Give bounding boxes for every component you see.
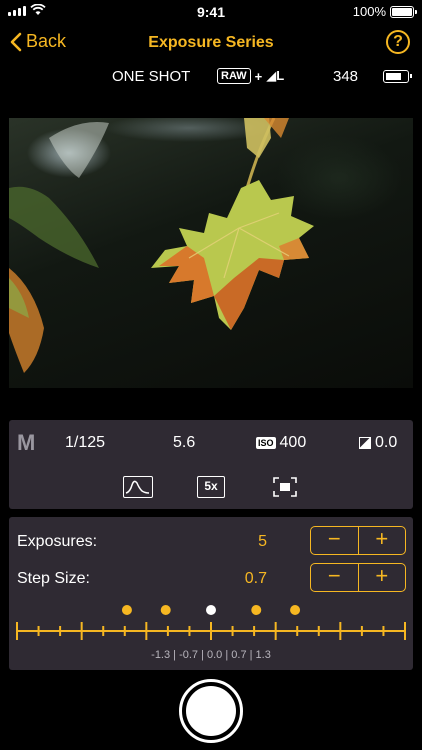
bracket-point [290, 605, 301, 615]
help-button[interactable]: ? [386, 30, 410, 54]
page-title: Exposure Series [148, 34, 274, 51]
exposure-compensation[interactable]: 0.0 [359, 434, 397, 452]
focus-frame-button[interactable] [272, 476, 298, 498]
raw-badge: RAW [217, 68, 251, 84]
ev-value: 0.0 [375, 434, 398, 451]
exposures-value: 5 [258, 533, 267, 550]
shutter-speed[interactable]: 1/125 [65, 434, 105, 452]
exposures-stepper: − + [310, 526, 406, 555]
bracket-point [121, 605, 132, 615]
histogram-icon [125, 480, 150, 494]
shots-remaining: 348 [333, 68, 359, 85]
exposures-label: Exposures: [17, 533, 98, 550]
battery-icon [390, 6, 417, 18]
jpeg-quality: ◢L [266, 68, 285, 83]
step-size-decrement-button[interactable]: − [311, 564, 358, 591]
zoom-button[interactable]: 5x [197, 476, 225, 498]
battery-percent: 100% [352, 4, 386, 19]
bracket-point [251, 605, 262, 615]
exposure-series-panel: Exposures: 5 − + Step Size: 0.7 − + -1.3… [9, 517, 413, 670]
status-bar: 9:41 100% [0, 0, 422, 24]
step-size-value: 0.7 [244, 570, 267, 587]
bracket-point [160, 605, 171, 615]
image-format: RAW + ◢L [217, 68, 284, 84]
iso-setting[interactable]: ISO 400 [256, 434, 306, 452]
exposures-increment-button[interactable]: + [357, 527, 406, 554]
format-plus: + [254, 68, 263, 84]
drive-mode: ONE SHOT [112, 68, 191, 85]
bracket-scale [16, 605, 406, 640]
step-size-label: Step Size: [17, 570, 90, 587]
camera-settings-panel: M 1/125 5.6 ISO 400 0.0 5x [9, 420, 413, 509]
exposures-decrement-button[interactable]: − [311, 527, 358, 554]
step-size-row: Step Size: 0.7 − + [9, 563, 413, 593]
camera-battery-icon [383, 70, 412, 83]
nav-bar: Back Exposure Series ? [0, 28, 422, 60]
focus-frame-icon [273, 477, 297, 497]
step-size-increment-button[interactable]: + [357, 564, 406, 591]
aperture-value[interactable]: 5.6 [173, 434, 195, 452]
exposure-compensation-icon [359, 437, 371, 449]
step-size-stepper: − + [310, 563, 406, 592]
histogram-button[interactable] [123, 476, 153, 498]
shutter-release-button[interactable] [179, 679, 243, 743]
live-view[interactable] [9, 118, 413, 388]
bracket-values-text: -1.3 | -0.7 | 0.0 | 0.7 | 1.3 [151, 649, 271, 661]
camera-info-bar: ONE SHOT RAW + ◢L 348 [0, 66, 422, 88]
iso-icon: ISO [256, 437, 276, 449]
iso-value: 400 [279, 434, 307, 451]
live-view-image [9, 118, 314, 373]
exposures-row: Exposures: 5 − + [9, 526, 413, 556]
bracket-point [206, 605, 216, 615]
exposure-mode[interactable]: M [17, 430, 35, 456]
